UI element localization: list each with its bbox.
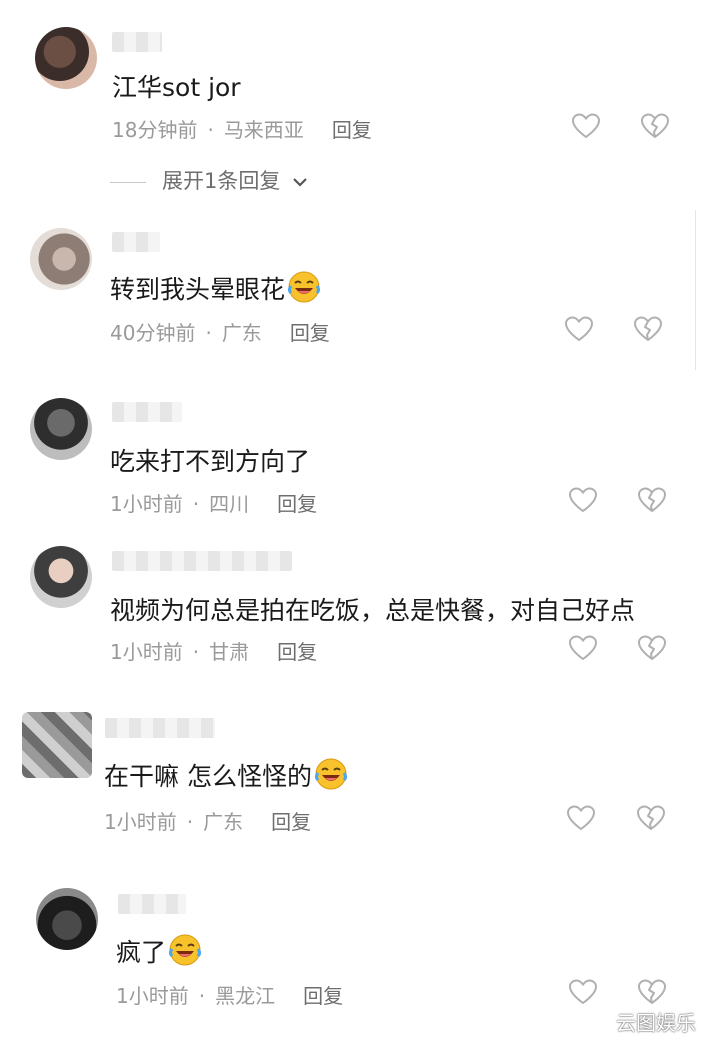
reply-button[interactable]: 回复 [271,810,311,834]
separator: · [192,640,200,664]
broken-heart-icon[interactable] [636,804,666,832]
broken-heart-icon[interactable] [633,315,663,343]
avatar[interactable] [36,888,98,950]
comment-text: 吃来打不到方向了 [110,447,311,476]
comment-location: 马来西亚 [223,118,304,142]
reply-button[interactable]: 回复 [303,984,343,1008]
avatar[interactable] [30,228,92,290]
heart-outline-icon[interactable] [568,486,598,514]
comment-text: 疯了 [116,933,202,969]
username-blurred[interactable] [118,894,186,914]
comment-location: 甘肃 [209,640,250,664]
comment-meta: 1小时前 · 甘肃 回复 [110,636,317,665]
broken-heart-icon[interactable] [637,486,667,514]
comment-time: 1小时前 [110,492,183,516]
heart-outline-icon[interactable] [571,112,601,140]
comment-meta: 1小时前 · 广东 回复 [104,806,311,835]
scrollbar[interactable] [695,210,696,370]
avatar[interactable] [22,712,92,778]
laughing-crying-emoji-icon [169,934,202,966]
comment-location: 黑龙江 [215,984,276,1008]
username-blurred[interactable] [105,718,215,738]
comment-text: 转到我头晕眼花 [110,270,321,306]
separator: · [186,810,194,834]
heart-outline-icon[interactable] [566,804,596,832]
comment-time: 1小时前 [104,810,177,834]
avatar[interactable] [35,27,97,89]
comment-meta: 18分钟前 · 马来西亚 回复 [112,114,372,143]
username-blurred[interactable] [112,551,292,571]
comment-time: 1小时前 [110,640,183,664]
laughing-crying-emoji-icon [314,758,347,790]
broken-heart-icon[interactable] [640,112,670,140]
reply-button[interactable]: 回复 [290,321,330,345]
separator: · [192,492,200,516]
comment-location: 四川 [209,492,250,516]
comment-text-content: 转到我头晕眼花 [110,275,286,304]
separator: · [198,984,206,1008]
comment-time: 40分钟前 [110,321,196,345]
comment-location: 广东 [203,810,244,834]
comment-meta: 1小时前 · 四川 回复 [110,488,317,517]
username-blurred[interactable] [112,402,182,422]
comment-text: 在干嘛 怎么怪怪的 [104,757,348,793]
divider [110,181,146,183]
comment-text: 视频为何总是拍在吃饭，总是快餐，对自己好点 [110,596,636,625]
comment-time: 18分钟前 [112,118,198,142]
watermark-text: 云图娱乐 [616,1011,696,1035]
comment-text-content: 在干嘛 怎么怪怪的 [104,762,312,791]
chevron-down-icon [293,178,307,187]
comment-text-content: 疯了 [116,938,167,967]
comment-text: 江华sot jor [112,73,241,102]
avatar[interactable] [30,546,92,608]
comment-location: 广东 [221,321,262,345]
expand-replies-button[interactable]: 展开1条回复 [110,165,309,195]
reply-button[interactable]: 回复 [277,640,317,664]
broken-heart-icon[interactable] [637,634,667,662]
username-blurred[interactable] [112,232,160,252]
broken-heart-icon[interactable] [637,978,667,1006]
heart-outline-icon[interactable] [568,634,598,662]
reply-button[interactable]: 回复 [332,118,372,142]
separator: · [205,321,212,345]
comment-time: 1小时前 [116,984,189,1008]
laughing-crying-emoji-icon [288,271,321,303]
expand-replies-label: 展开1条回复 [162,169,281,193]
separator: · [207,118,214,142]
username-blurred[interactable] [112,32,162,52]
comment-meta: 1小时前 · 黑龙江 回复 [116,980,343,1009]
heart-outline-icon[interactable] [568,978,598,1006]
avatar[interactable] [30,398,92,460]
comment-meta: 40分钟前 · 广东 回复 [110,317,330,346]
reply-button[interactable]: 回复 [277,492,317,516]
heart-outline-icon[interactable] [564,315,594,343]
